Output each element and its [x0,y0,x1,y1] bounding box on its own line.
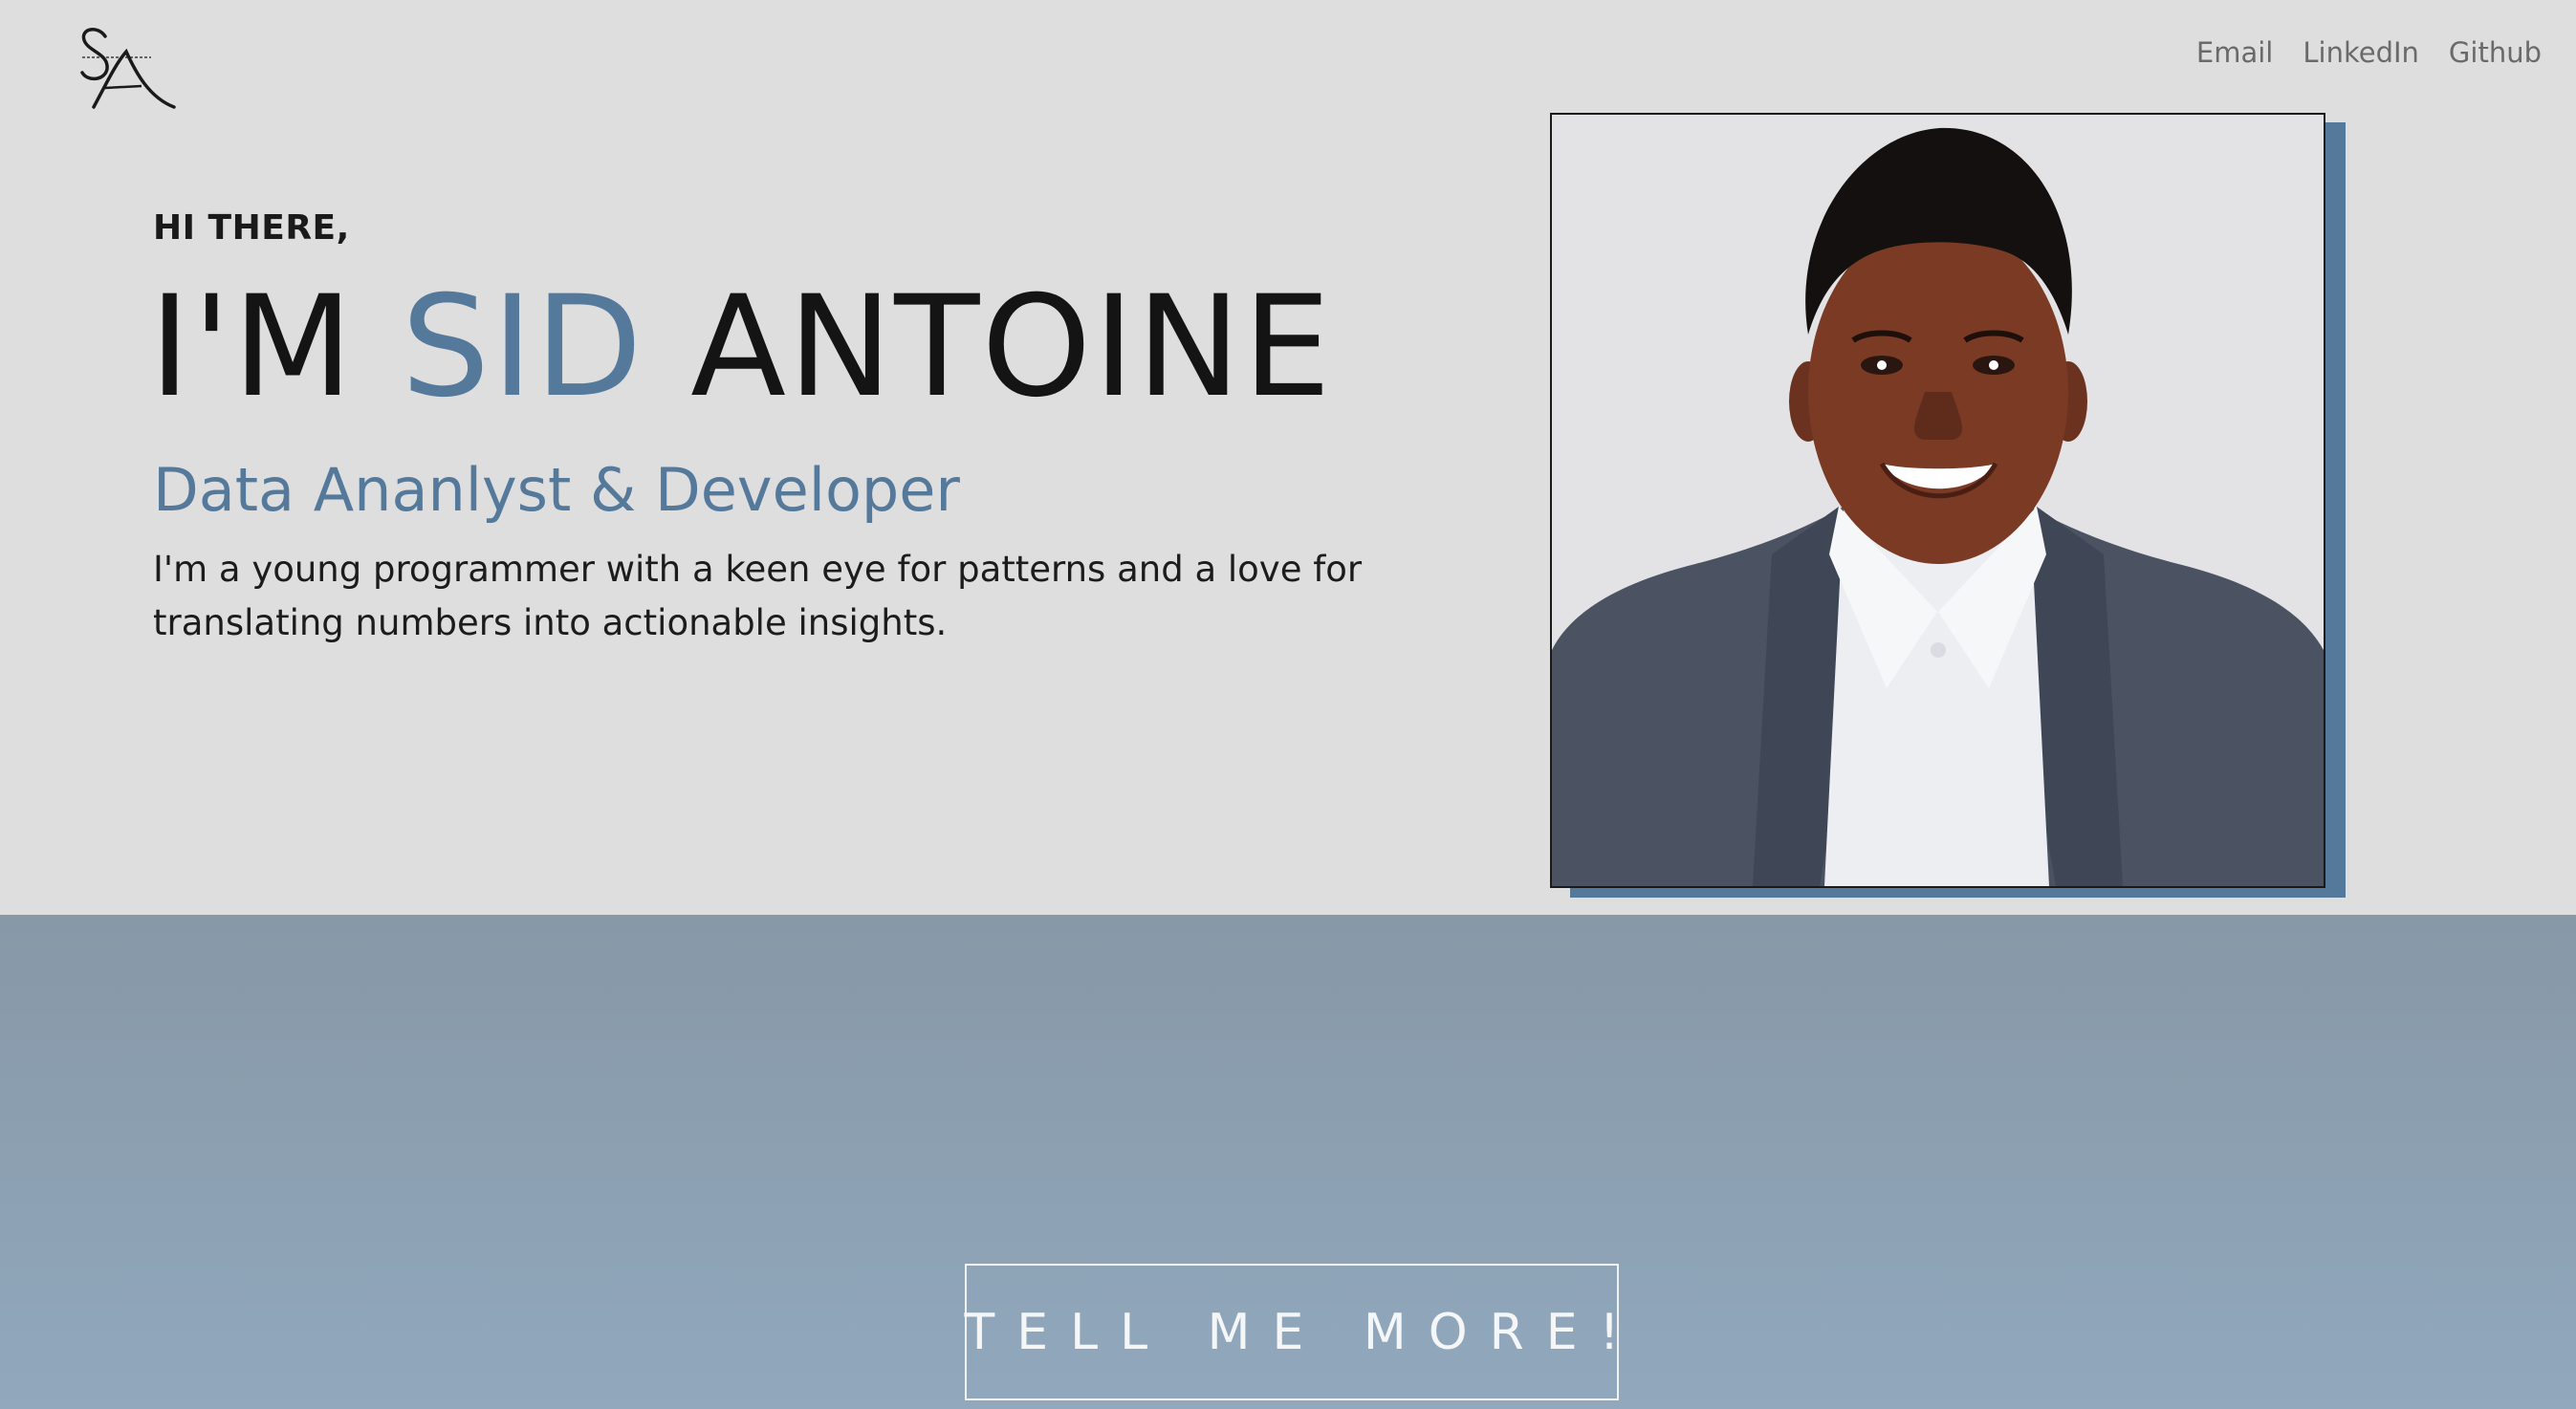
tell-me-more-button[interactable]: TELL ME MORE! [965,1264,1619,1400]
top-nav: Email LinkedIn Github [2196,36,2542,69]
role-subtitle: Data Ananlyst & Developer [153,455,960,525]
greeting-text: HI THERE, [153,208,350,248]
nav-link-github[interactable]: Github [2449,36,2542,69]
name-accent: SID [401,266,644,428]
page-title: I'M SID ANTOINE [149,277,1333,417]
nav-link-linkedin[interactable]: LinkedIn [2303,36,2419,69]
nav-link-email[interactable]: Email [2196,36,2273,69]
portrait-photo [1550,113,2325,888]
name-prefix: I'M [149,266,402,428]
bio-text: I'm a young programmer with a keen eye f… [153,549,1363,643]
name-suffix: ANTOINE [644,266,1333,428]
hero-section: Email LinkedIn Github HI THERE, I'M SID … [0,0,2576,915]
sa-monogram-logo-icon[interactable] [76,19,182,115]
